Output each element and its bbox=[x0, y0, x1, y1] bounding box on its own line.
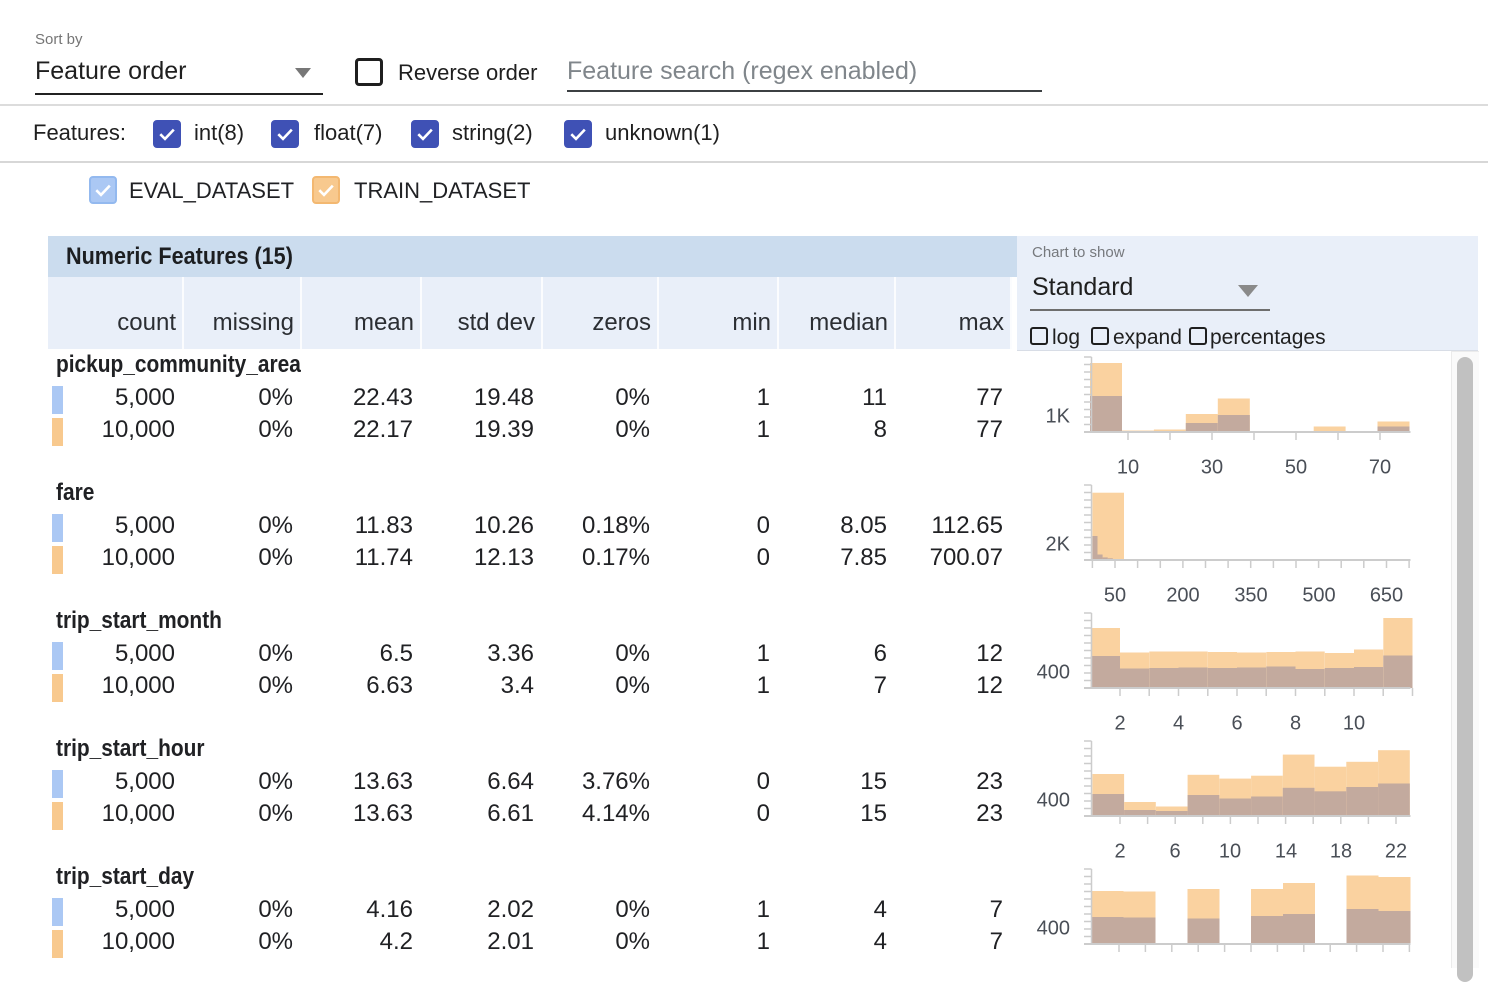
svg-text:500: 500 bbox=[1302, 585, 1335, 607]
svg-text:10: 10 bbox=[1219, 841, 1241, 863]
svg-text:10: 10 bbox=[1343, 713, 1365, 735]
svg-text:650: 650 bbox=[1370, 585, 1403, 607]
svg-text:18: 18 bbox=[1330, 841, 1352, 863]
svg-text:2K: 2K bbox=[1046, 534, 1071, 556]
svg-text:350: 350 bbox=[1234, 585, 1267, 607]
svg-text:1K: 1K bbox=[1046, 406, 1071, 428]
svg-text:8: 8 bbox=[1290, 713, 1301, 735]
svg-text:4: 4 bbox=[1173, 713, 1184, 735]
svg-text:50: 50 bbox=[1285, 457, 1307, 479]
svg-text:14: 14 bbox=[1275, 841, 1297, 863]
svg-text:2: 2 bbox=[1114, 713, 1125, 735]
svg-text:400: 400 bbox=[1037, 662, 1070, 684]
svg-text:400: 400 bbox=[1037, 918, 1070, 940]
svg-text:400: 400 bbox=[1037, 790, 1070, 812]
svg-text:6: 6 bbox=[1169, 841, 1180, 863]
svg-text:6: 6 bbox=[1231, 713, 1242, 735]
svg-text:30: 30 bbox=[1201, 457, 1223, 479]
svg-text:200: 200 bbox=[1166, 585, 1199, 607]
svg-text:10: 10 bbox=[1117, 457, 1139, 479]
svg-text:2: 2 bbox=[1114, 841, 1125, 863]
svg-text:50: 50 bbox=[1104, 585, 1126, 607]
svg-text:70: 70 bbox=[1369, 457, 1391, 479]
svg-text:22: 22 bbox=[1385, 841, 1407, 863]
